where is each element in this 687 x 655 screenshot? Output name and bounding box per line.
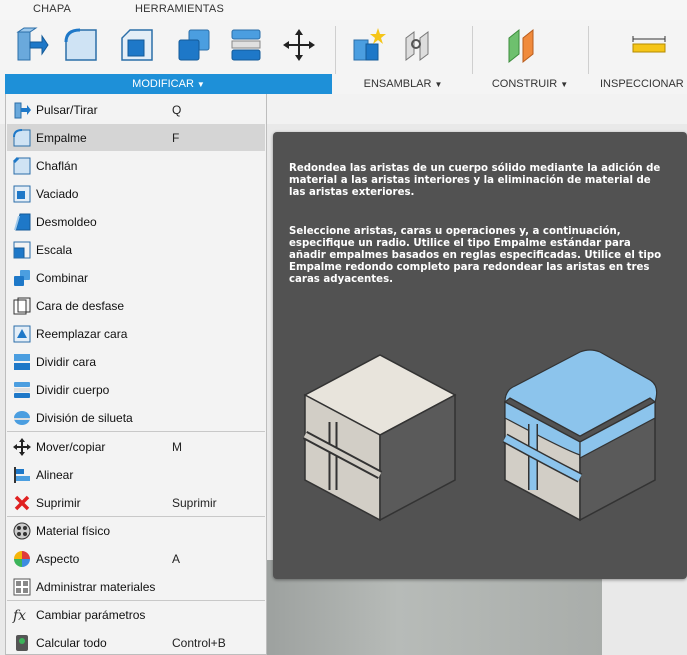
- scale-icon: [13, 241, 31, 258]
- group-modificar[interactable]: MODIFICAR ▼: [5, 74, 332, 94]
- combine-icon: [14, 269, 30, 286]
- menu-item-label: Combinar: [36, 270, 89, 285]
- appearance-icon: [14, 550, 30, 567]
- cube-after-fillet-illustration: [502, 349, 658, 522]
- menu-item-vaciado[interactable]: Vaciado: [7, 180, 265, 207]
- menu-item-desmoldeo[interactable]: Desmoldeo: [7, 208, 265, 235]
- tooltip-empalme: Redondea las aristas de un cuerpo sólido…: [273, 132, 687, 579]
- menu-item-suprimir[interactable]: Suprimir Suprimir: [7, 489, 265, 516]
- split-body-icon[interactable]: [228, 26, 266, 64]
- menu-item-shortcut: Q: [172, 102, 182, 117]
- caret-down-icon: ▼: [434, 79, 443, 89]
- group-ensamblar[interactable]: ENSAMBLAR ▼: [336, 74, 470, 94]
- menu-item-label: Empalme: [36, 130, 87, 145]
- group-inspeccionar[interactable]: INSPECCIONAR: [590, 74, 687, 94]
- align-icon: [14, 466, 30, 483]
- menu-item-combinar[interactable]: Combinar: [7, 264, 265, 291]
- modify-dropdown-menu: Pulsar/Tirar Q Empalme F Chaflán Vaciado…: [5, 94, 267, 655]
- menu-item-label: División de silueta: [36, 410, 133, 425]
- fillet-icon: [13, 128, 31, 146]
- menu-item-label: Dividir cuerpo: [36, 382, 110, 397]
- tooltip-instructions: Seleccione aristas, caras u operaciones …: [289, 226, 662, 285]
- ribbon-tabs: CHAPA HERRAMIENTAS: [0, 0, 687, 20]
- delete-icon: [14, 495, 30, 510]
- menu-item-shortcut: A: [172, 551, 181, 566]
- move-icon: [13, 437, 31, 456]
- menu-item-division-de-silueta[interactable]: División de silueta: [7, 404, 265, 431]
- rigid-group-icon[interactable]: [400, 26, 438, 64]
- fx-parameters-icon: fx: [12, 608, 26, 624]
- manage-materials-icon: [13, 578, 31, 595]
- menu-item-label: Chaflán: [36, 158, 78, 173]
- combine-icon[interactable]: [175, 26, 213, 64]
- group-modificar-label: MODIFICAR: [132, 78, 194, 90]
- menu-item-reemplazar-cara[interactable]: Reemplazar cara: [7, 320, 265, 347]
- menu-item-pulsar-tirar[interactable]: Pulsar/Tirar Q: [7, 96, 265, 123]
- press-pull-icon[interactable]: [12, 26, 50, 64]
- menu-item-shortcut: Control+B: [172, 635, 226, 650]
- press-pull-icon: [14, 102, 31, 118]
- menu-item-label: Alinear: [36, 467, 74, 482]
- caret-down-icon: ▼: [560, 79, 569, 89]
- menu-item-label: Cara de desfase: [36, 298, 125, 313]
- menu-item-cara-de-desfase[interactable]: Cara de desfase: [7, 292, 265, 319]
- cube-before-fillet-illustration: [302, 354, 457, 522]
- group-construir-label: CONSTRUIR: [491, 78, 558, 90]
- chamfer-icon: [12, 156, 31, 174]
- silhouette-split-icon: [14, 410, 30, 425]
- menu-item-label: Escala: [36, 242, 73, 257]
- menu-item-label: Calcular todo: [36, 635, 107, 650]
- menu-item-label: Pulsar/Tirar: [36, 102, 98, 117]
- menu-item-administrar-materiales[interactable]: Administrar materiales: [7, 573, 265, 600]
- menu-item-label: Dividir cara: [36, 354, 97, 369]
- split-body-icon: [14, 381, 30, 398]
- shell-icon: [13, 185, 31, 202]
- construct-plane-icon[interactable]: [505, 26, 543, 64]
- menu-item-material-fisico[interactable]: Material físico: [7, 517, 265, 544]
- menu-item-label: Cambiar parámetros: [36, 607, 146, 622]
- menu-item-label: Aspecto: [36, 551, 80, 566]
- menu-item-alinear[interactable]: Alinear: [7, 461, 265, 488]
- menu-item-mover-copiar[interactable]: Mover/copiar M: [7, 433, 265, 460]
- menu-item-label: Suprimir: [36, 495, 81, 510]
- caret-down-icon: ▼: [196, 79, 205, 89]
- menu-item-calcular-todo[interactable]: Calcular todo Control+B: [7, 629, 265, 655]
- group-construir[interactable]: CONSTRUIR ▼: [472, 74, 588, 94]
- menu-item-chaflan[interactable]: Chaflán: [7, 152, 265, 179]
- svg-text:fx: fx: [12, 608, 26, 624]
- menu-item-dividir-cara[interactable]: Dividir cara: [7, 348, 265, 375]
- menu-item-shortcut: F: [172, 130, 180, 145]
- fillet-icon[interactable]: [62, 26, 100, 64]
- menu-item-label: Material físico: [36, 523, 111, 538]
- move-icon[interactable]: [280, 26, 318, 64]
- menu-item-shortcut: Suprimir: [172, 495, 217, 510]
- compute-all-icon: [16, 634, 28, 651]
- draft-icon: [14, 213, 31, 230]
- menu-divider: [7, 431, 265, 432]
- tab-chapa[interactable]: CHAPA: [33, 3, 71, 15]
- menu-item-shortcut: M: [172, 439, 182, 454]
- menu-item-label: Administrar materiales: [36, 579, 156, 594]
- menu-item-label: Vaciado: [36, 186, 79, 201]
- physical-material-icon: [13, 522, 31, 539]
- group-inspeccionar-label: INSPECCIONAR: [600, 78, 684, 90]
- menu-item-label: Mover/copiar: [36, 439, 106, 454]
- group-ensamblar-label: ENSAMBLAR: [363, 78, 432, 90]
- menu-item-cambiar-parametros[interactable]: fx Cambiar parámetros: [7, 601, 265, 628]
- menu-item-empalme[interactable]: Empalme F: [7, 124, 265, 151]
- menu-item-escala[interactable]: Escala: [7, 236, 265, 263]
- tooltip-description: Redondea las aristas de un cuerpo sólido…: [289, 163, 661, 198]
- joint-icon[interactable]: [350, 26, 388, 64]
- offset-face-icon: [13, 297, 31, 314]
- menu-item-dividir-cuerpo[interactable]: Dividir cuerpo: [7, 376, 265, 403]
- menu-item-label: Reemplazar cara: [36, 326, 128, 341]
- menu-item-aspecto[interactable]: Aspecto A: [7, 545, 265, 572]
- tab-herramientas[interactable]: HERRAMIENTAS: [135, 3, 224, 15]
- replace-face-icon: [13, 325, 31, 342]
- split-face-icon: [14, 353, 30, 370]
- chamfer-icon[interactable]: [118, 26, 156, 64]
- menu-item-label: Desmoldeo: [36, 214, 97, 229]
- measure-icon[interactable]: [630, 26, 668, 64]
- ribbon-toolbar: [0, 20, 687, 86]
